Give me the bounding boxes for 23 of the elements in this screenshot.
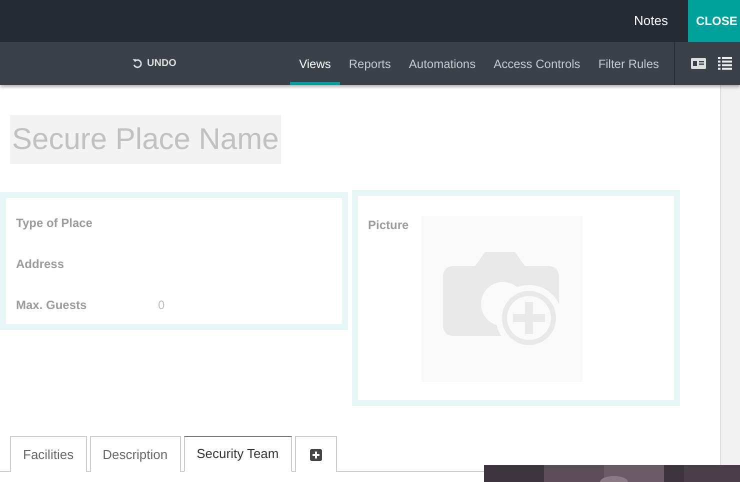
list-icon bbox=[718, 57, 732, 70]
field-label: Type of Place bbox=[16, 215, 94, 230]
menu-tab[interactable]: Access Controls bbox=[484, 42, 590, 85]
plus-square-icon bbox=[310, 449, 322, 462]
menu-tab[interactable]: Reports bbox=[340, 42, 400, 85]
close-button[interactable]: CLOSE bbox=[688, 0, 740, 42]
id-card-icon bbox=[691, 58, 706, 69]
form-view-button[interactable] bbox=[691, 58, 706, 69]
undo-icon bbox=[132, 58, 143, 69]
menu-tab[interactable]: Filter Rules bbox=[589, 42, 668, 85]
menu-tab[interactable]: Views bbox=[290, 42, 340, 85]
form-tab[interactable]: Security Team bbox=[184, 436, 292, 472]
field-label: Address bbox=[16, 256, 66, 271]
form-tab[interactable]: Facilities bbox=[10, 436, 87, 472]
scrollbar[interactable] bbox=[720, 85, 740, 465]
field-label: Max. Guests bbox=[16, 297, 88, 312]
notes-label: Notes bbox=[634, 12, 668, 30]
form-tab[interactable]: Description bbox=[90, 436, 181, 472]
add-tab-button[interactable] bbox=[294, 436, 337, 472]
picture-label: Picture bbox=[368, 217, 409, 232]
list-view-button[interactable] bbox=[718, 57, 732, 70]
undo-button[interactable]: UNDO bbox=[128, 42, 180, 85]
menu-tab[interactable]: Automations bbox=[400, 42, 485, 85]
